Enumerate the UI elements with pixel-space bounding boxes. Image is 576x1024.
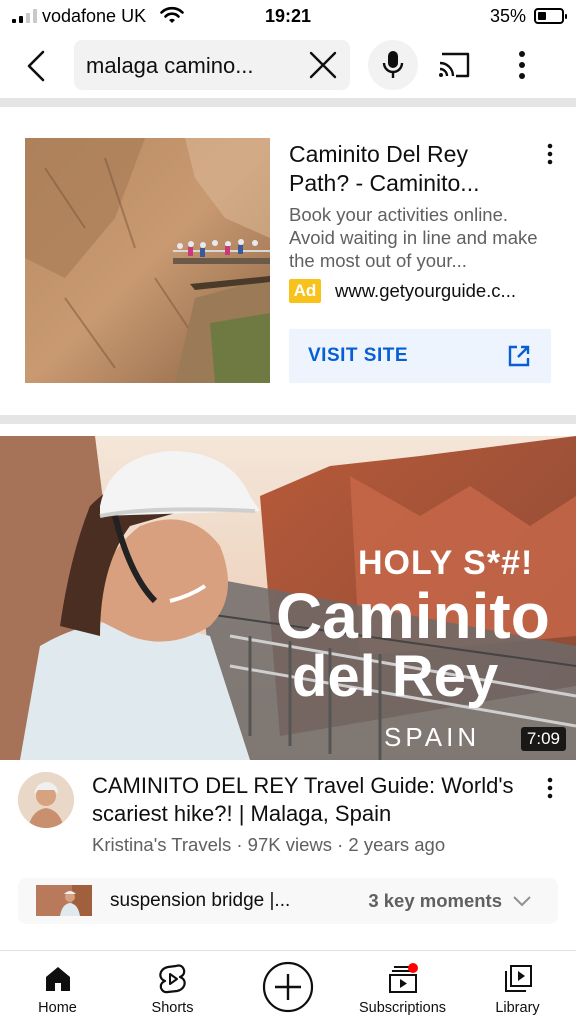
ad-card[interactable]: Caminito Del Rey Path? - Caminito... Boo… — [0, 108, 576, 414]
video-metadata: Kristina's Travels · 97K views · 2 years… — [92, 834, 446, 855]
thumbnail-overlay-line4: SPAIN — [384, 722, 481, 752]
ad-more-options-icon[interactable] — [542, 142, 558, 166]
nav-shorts[interactable]: Shorts — [115, 951, 230, 1024]
key-moments-bar[interactable]: suspension bridge |... 3 key moments — [18, 878, 558, 924]
status-bar: vodafone UK 19:21 35% — [0, 0, 576, 34]
key-moment-thumbnail — [36, 885, 92, 916]
notification-dot — [407, 963, 418, 973]
search-header: malaga camino... — [0, 34, 576, 96]
ad-title[interactable]: Caminito Del Rey Path? - Caminito... — [289, 140, 529, 198]
ad-description: Book your activities online. Avoid waiti… — [289, 204, 538, 271]
section-divider — [0, 98, 576, 107]
shorts-icon — [158, 964, 186, 994]
thumbnail-overlay-line3: del Rey — [292, 644, 499, 709]
search-query-text: malaga camino... — [86, 53, 254, 78]
visit-site-label: VISIT SITE — [308, 345, 409, 366]
key-moments-count: 3 key moments — [368, 890, 502, 911]
back-arrow-icon — [27, 50, 45, 82]
nav-library[interactable]: Library — [460, 951, 575, 1024]
channel-avatar[interactable] — [18, 772, 74, 828]
nav-library-label: Library — [495, 1000, 540, 1016]
voice-search-button[interactable] — [368, 40, 418, 90]
create-icon[interactable] — [262, 961, 314, 1013]
key-moment-label: suspension bridge |... — [110, 890, 291, 911]
library-icon — [504, 965, 532, 992]
nav-subscriptions-label: Subscriptions — [358, 1000, 447, 1016]
ad-url: www.getyourguide.c... — [335, 280, 516, 301]
battery-percentage: 35% — [489, 6, 526, 26]
video-title[interactable]: CAMINITO DEL REY Travel Guide: World's s… — [92, 772, 532, 828]
bottom-navigation: Home Shorts Subscriptions Library — [0, 950, 576, 1024]
nav-home-label: Home — [38, 1000, 77, 1016]
clear-search-icon[interactable] — [308, 50, 338, 80]
thumbnail-overlay-line2: Caminito — [276, 580, 550, 652]
search-input[interactable]: malaga camino... — [74, 40, 350, 90]
thumbnail-overlay-line1: HOLY S*#! — [358, 544, 534, 582]
ad-thumbnail[interactable] — [25, 138, 270, 383]
subscriptions-icon — [388, 963, 418, 993]
nav-shorts-label: Shorts — [151, 1000, 194, 1016]
back-button[interactable] — [16, 46, 56, 86]
external-link-icon — [508, 345, 530, 367]
video-thumbnail[interactable]: HOLY S*#! Caminito del Rey SPAIN 7:09 — [0, 436, 576, 760]
cast-icon[interactable] — [436, 50, 472, 80]
section-divider — [0, 415, 576, 424]
video-info[interactable]: CAMINITO DEL REY Travel Guide: World's s… — [0, 760, 576, 872]
home-icon — [45, 967, 70, 991]
nav-subscriptions[interactable]: Subscriptions — [345, 951, 460, 1024]
microphone-icon — [382, 51, 404, 78]
chevron-down-icon — [513, 896, 531, 907]
video-more-options-icon[interactable] — [542, 776, 558, 800]
more-options-icon[interactable] — [510, 48, 534, 82]
video-duration-badge: 7:09 — [520, 727, 566, 751]
visit-site-button[interactable]: VISIT SITE — [289, 329, 551, 383]
nav-home[interactable]: Home — [0, 951, 115, 1024]
battery-icon — [534, 8, 567, 24]
ad-badge: Ad — [289, 279, 321, 303]
